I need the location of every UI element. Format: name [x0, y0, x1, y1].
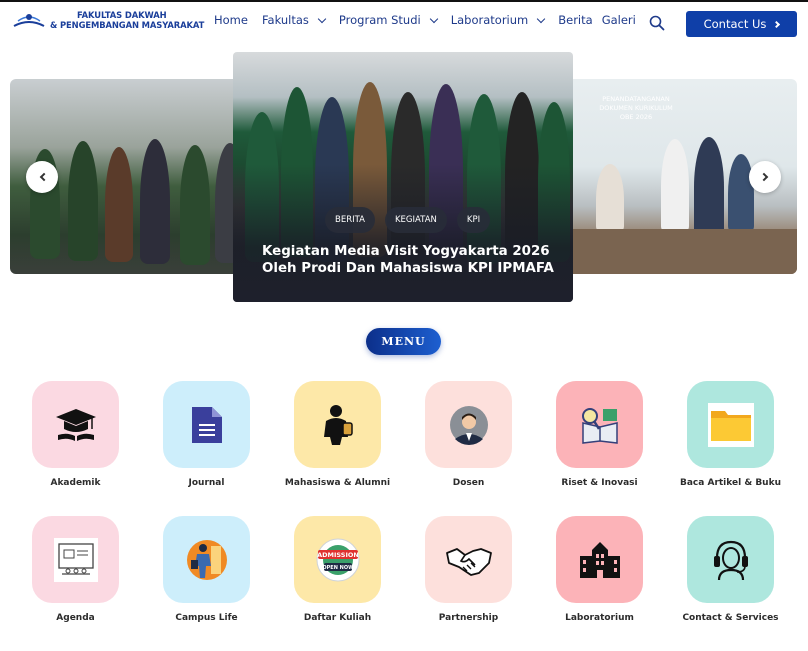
- nav-berita[interactable]: Berita: [558, 13, 592, 27]
- nav-galeri-label: Galeri: [601, 13, 636, 27]
- document-icon: [191, 406, 222, 443]
- menu-item-journal-label: Journal: [188, 478, 225, 488]
- menu-item-journal-box[interactable]: [163, 381, 250, 468]
- menu-item-agenda[interactable]: Agenda: [32, 516, 119, 623]
- contact-us-label: Contact Us: [703, 17, 767, 31]
- svg-text:ADMISSION: ADMISSION: [317, 551, 359, 559]
- slide-current[interactable]: BERITA KEGIATAN KPI Kegiatan Media Visit…: [233, 52, 573, 302]
- banner-text: PENANDATANGANAN DOKUMEN KURIKULUM OBE 20…: [586, 95, 686, 122]
- menu-item-dosen-label: Dosen: [452, 478, 485, 488]
- chevron-down-icon: [536, 14, 546, 23]
- tag-kegiatan[interactable]: KEGIATAN: [384, 207, 447, 233]
- logo-emblem-icon: [13, 14, 45, 27]
- banner-line-3: OBE 2026: [619, 113, 653, 121]
- campus-life-icon: [186, 539, 227, 580]
- admission-icon: ADMISSION OPEN NOW: [316, 538, 359, 581]
- menu-item-contact-services-box[interactable]: [687, 516, 774, 603]
- graduation-cap-icon: [55, 408, 96, 441]
- menu-item-mahasiswa-alumni-box[interactable]: [294, 381, 381, 468]
- contact-us-button[interactable]: Contact Us: [686, 11, 797, 37]
- tag-kpi[interactable]: KPI: [456, 207, 491, 233]
- menu-item-riset-inovasi-label: Riset & Inovasi: [561, 478, 638, 488]
- chevron-right-icon: [759, 172, 768, 182]
- menu-item-contact-services-label: Contact & Services: [682, 613, 779, 623]
- menu-item-mahasiswa-alumni-label: Mahasiswa & Alumni: [284, 478, 391, 488]
- menu-item-baca-artikel-buku[interactable]: Baca Artikel & Buku: [680, 381, 781, 488]
- research-icon: [581, 407, 618, 444]
- menu-item-akademik[interactable]: Akademik: [32, 381, 119, 488]
- chevron-right-icon: [773, 20, 781, 28]
- chevron-left-icon: [39, 172, 48, 182]
- slider-prev-button[interactable]: [26, 161, 58, 193]
- slider-next-button[interactable]: [749, 161, 781, 193]
- nav-laboratorium-label: Laboratorium: [450, 13, 529, 27]
- menu-item-baca-artikel-buku-box[interactable]: [687, 381, 774, 468]
- menu-item-partnership-label: Partnership: [438, 613, 499, 623]
- site-header: FAKULTAS DAKWAH & PENGEMBANGAN MASYARAKA…: [0, 2, 808, 42]
- menu-item-campus-life-label: Campus Life: [175, 613, 238, 623]
- menu-item-laboratorium[interactable]: Laboratorium: [556, 516, 643, 623]
- menu-item-dosen-box[interactable]: [425, 381, 512, 468]
- menu-item-campus-life-box[interactable]: [163, 516, 250, 603]
- menu-item-partnership[interactable]: Partnership: [425, 516, 512, 623]
- menu-item-journal[interactable]: Journal: [163, 381, 250, 488]
- site-logo[interactable]: FAKULTAS DAKWAH & PENGEMBANGAN MASYARAKA…: [10, 9, 204, 31]
- menu-item-laboratorium-label: Laboratorium: [565, 613, 634, 623]
- main-nav: Home Fakultas Program Studi Laboratorium…: [214, 13, 650, 27]
- menu-item-partnership-box[interactable]: [425, 516, 512, 603]
- menu-item-akademik-box[interactable]: [32, 381, 119, 468]
- nav-berita-label: Berita: [558, 13, 593, 27]
- search-icon[interactable]: [649, 15, 665, 31]
- agenda-icon: [53, 537, 98, 582]
- nav-program-studi[interactable]: Program Studi: [338, 13, 438, 27]
- slide-title[interactable]: Kegiatan Media Visit Yogyakarta 2026 Ole…: [262, 244, 562, 277]
- nav-laboratorium[interactable]: Laboratorium: [450, 13, 546, 27]
- building-icon: [579, 541, 620, 578]
- nav-fakultas-label: Fakultas: [261, 13, 309, 27]
- lecturer-icon: [449, 405, 488, 445]
- logo-line-2: & PENGEMBANGAN MASYARAKAT: [50, 20, 205, 30]
- menu-item-laboratorium-box[interactable]: [556, 516, 643, 603]
- menu-item-contact-services[interactable]: Contact & Services: [682, 516, 779, 623]
- menu-item-baca-artikel-buku-label: Baca Artikel & Buku: [680, 478, 781, 488]
- menu-item-campus-life[interactable]: Campus Life: [163, 516, 250, 623]
- menu-heading: MENU: [366, 328, 441, 355]
- nav-home-label: Home: [214, 13, 248, 27]
- folder-icon: [707, 402, 754, 447]
- menu-item-dosen[interactable]: Dosen: [425, 381, 512, 488]
- menu-item-daftar-kuliah-box[interactable]: ADMISSION OPEN NOW: [294, 516, 381, 603]
- nav-fakultas[interactable]: Fakultas: [261, 13, 327, 27]
- handshake-icon: [445, 547, 492, 576]
- slide-tags: BERITA KEGIATAN KPI: [325, 207, 500, 233]
- svg-text:OPEN NOW: OPEN NOW: [322, 565, 354, 571]
- nav-galeri[interactable]: Galeri: [602, 13, 636, 27]
- student-icon: [323, 404, 353, 445]
- banner-line-2: DOKUMEN KURIKULUM: [599, 104, 673, 112]
- chevron-down-icon: [429, 14, 438, 23]
- menu-item-daftar-kuliah-label: Daftar Kuliah: [303, 613, 372, 623]
- menu-item-riset-inovasi-box[interactable]: [556, 381, 643, 468]
- headset-icon: [713, 540, 748, 580]
- chevron-down-icon: [317, 14, 327, 23]
- menu-item-riset-inovasi[interactable]: Riset & Inovasi: [556, 381, 643, 488]
- logo-text: FAKULTAS DAKWAH & PENGEMBANGAN MASYARAKA…: [50, 10, 204, 30]
- nav-home[interactable]: Home: [214, 13, 248, 27]
- nav-program-studi-label: Program Studi: [338, 13, 421, 27]
- menu-item-mahasiswa-alumni[interactable]: Mahasiswa & Alumni: [285, 381, 390, 488]
- tag-berita[interactable]: BERITA: [325, 207, 375, 233]
- menu-item-agenda-box[interactable]: [32, 516, 119, 603]
- menu-item-agenda-label: Agenda: [56, 613, 95, 623]
- logo-line-1: FAKULTAS DAKWAH: [77, 10, 167, 20]
- banner-line-1: PENANDATANGANAN: [602, 95, 670, 103]
- menu-item-daftar-kuliah[interactable]: ADMISSION OPEN NOW Daftar Kuliah: [294, 516, 381, 623]
- menu-item-akademik-label: Akademik: [50, 478, 101, 488]
